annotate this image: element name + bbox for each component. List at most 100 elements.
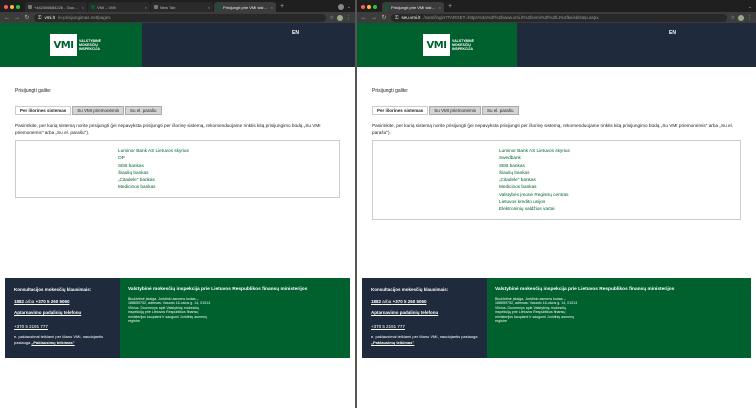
close-tab-icon[interactable]: × — [271, 5, 273, 10]
footer-org-info: Valstybinė mokesčių inspekcija prie Liet… — [487, 278, 751, 358]
tab-label: VMI – VMI — [97, 4, 116, 10]
site-footer: Konsultacijos mokesčių klausimais: 1882 … — [5, 278, 350, 358]
footer-contacts: Konsultacijos mokesčių klausimais: 1882 … — [362, 278, 487, 358]
link-valdzios-vartai[interactable]: Elektroninių valdžios vartai — [373, 205, 740, 212]
footer-question: Konsultacijos mokesčių klausimais: — [14, 287, 92, 292]
vmi-favicon-icon — [91, 5, 95, 9]
new-tab-favicon-icon — [154, 5, 158, 9]
header-nav-area: EN — [142, 23, 355, 67]
footer-phones: 1882 arba +370 5 260 5060 — [14, 299, 111, 306]
footer-contacts: Konsultacijos mokesčių klausimais: 1882 … — [5, 278, 120, 358]
language-switch[interactable]: EN — [669, 30, 676, 36]
tab-vmi-means[interactable]: Su VMI priemonėmis — [72, 106, 125, 115]
tab-external-systems[interactable]: Per išorines sistemas — [15, 106, 72, 115]
link-kredito-unijos[interactable]: Lietuvos kredito unijos — [373, 198, 740, 205]
phone-extra-link[interactable]: +370 5 2191 777 — [14, 324, 111, 331]
units-phone-link[interactable]: Aptarnavimo padalinių telefonu — [371, 310, 478, 317]
org-address: Biudžetinė įstaiga, Juridinio asmens kod… — [128, 297, 211, 324]
bank-link-medicinos[interactable]: Medicinos bankas — [16, 183, 339, 190]
phone-main-link[interactable]: 1882 — [14, 299, 24, 304]
browser-tab[interactable]: +442086684226 - Google Sear× — [25, 2, 87, 12]
bank-link-citadele[interactable]: „Citadele" bankas — [16, 176, 339, 183]
logo-text: Valstybinė mokesčių inspekcija — [452, 38, 474, 52]
header-brand-area: VMI Valstybinė mokesčių inspekcija — [357, 23, 517, 67]
phone-separator: arba — [25, 298, 35, 304]
lock-icon: ⚿ — [38, 15, 42, 20]
bank-link-siauliu[interactable]: Šiaulių bankas — [373, 169, 740, 176]
close-tab-icon[interactable]: × — [145, 5, 147, 10]
org-name: Valstybinė mokesčių inspekcija prie Liet… — [495, 287, 675, 292]
site-footer: Konsultacijos mokesčių klausimais: 1882 … — [362, 278, 751, 358]
address-bar[interactable]: ⚿ seu.vmi.lt/saml/login?TARGET=https%3a%… — [391, 13, 727, 22]
forward-icon[interactable]: → — [14, 15, 20, 21]
footer-org-info: Valstybinė mokesčių inspekcija prie Liet… — [120, 278, 350, 358]
browser-tab-active[interactable]: Prisijungti prie VMI sistemų × — [214, 2, 276, 12]
bookmark-star-icon[interactable]: ☆ — [330, 15, 334, 21]
tab-e-signature[interactable]: Su el. parašu — [482, 106, 519, 115]
bank-link-seb[interactable]: SEB bankas — [373, 162, 740, 169]
minimize-window-icon[interactable] — [10, 5, 14, 9]
bank-link-siauliu[interactable]: Šiaulių bankas — [16, 169, 339, 176]
language-switch[interactable]: EN — [292, 30, 299, 36]
vmi-logo[interactable]: VMI Valstybinė mokesčių inspekcija — [50, 34, 105, 56]
bank-link-medicinos[interactable]: Medicinos bankas — [373, 183, 740, 190]
bank-link-citadele[interactable]: „Citadele" bankas — [373, 176, 740, 183]
phone-alt-link[interactable]: +370 5 260 5060 — [393, 299, 427, 304]
profile-avatar[interactable] — [337, 14, 343, 21]
maximize-window-icon[interactable] — [373, 5, 377, 9]
close-tab-icon[interactable]: × — [82, 5, 84, 10]
back-icon[interactable]: ← — [361, 15, 367, 21]
minimize-window-icon[interactable] — [367, 5, 371, 9]
back-icon[interactable]: ← — [4, 15, 10, 21]
reload-icon[interactable]: ↻ — [24, 14, 30, 21]
tab-vmi-means[interactable]: Su VMI priemonėmis — [429, 106, 482, 115]
menu-icon[interactable]: ⋮ — [747, 15, 752, 21]
address-bar[interactable]: ⚿ vmi.lt/e-prisijungimas.net/pages — [34, 13, 326, 22]
reload-icon[interactable]: ↻ — [381, 14, 387, 21]
inquiries-link[interactable]: „Paklausimų teikimas" — [31, 340, 74, 345]
new-tab-button[interactable]: + — [280, 2, 284, 12]
close-tab-icon[interactable]: × — [208, 5, 210, 10]
browser-tab[interactable]: New Tab × — [151, 2, 213, 12]
window-controls — [361, 2, 377, 12]
tab-e-signature[interactable]: Su el. parašu — [125, 106, 162, 115]
tab-search-icon[interactable]: ⌄ — [748, 4, 752, 10]
footer-note: e. paklausimai teikiami per Mano VMI, na… — [371, 334, 478, 345]
profile-avatar[interactable] — [337, 4, 344, 10]
phone-main-link[interactable]: 1882 — [371, 299, 381, 304]
phone-alt-link[interactable]: +370 5 260 5060 — [36, 299, 70, 304]
inquiries-link[interactable]: „Paklausimų teikimas" — [371, 340, 414, 345]
tab-search-icon[interactable]: ⌄ — [347, 4, 351, 10]
close-window-icon[interactable] — [4, 5, 8, 9]
forward-icon[interactable]: → — [371, 15, 377, 21]
browser-tab-active[interactable]: Prisijungti prie VMI sistemų × — [382, 2, 444, 12]
tab-bar: Prisijungti prie VMI sistemų × + ⌄ — [357, 0, 756, 12]
browser-tab[interactable]: VMI – VMI × — [88, 2, 150, 12]
bank-link-luminor[interactable]: Luminor Bank AS Lietuvos skyrius — [16, 147, 339, 154]
tab-label: Prisijungti prie VMI sistemų — [391, 4, 437, 10]
close-tab-icon[interactable]: × — [439, 5, 441, 10]
link-registru-centras[interactable]: Valstybės įmonė Registrų centras — [373, 191, 740, 198]
units-phone-link[interactable]: Aptarnavimo padalinių telefonu — [14, 310, 111, 317]
footer-phones: 1882 arba +370 5 260 5060 — [371, 299, 478, 306]
vmi-logo[interactable]: VMI Valstybinė mokesčių inspekcija — [423, 34, 478, 56]
bank-list: Luminor Bank AS Lietuvos skyrius OP SEB … — [15, 140, 340, 198]
maximize-window-icon[interactable] — [16, 5, 20, 9]
close-window-icon[interactable] — [361, 5, 365, 9]
menu-icon[interactable]: ⋮ — [346, 15, 351, 21]
url-path: /e-prisijungimas.net/pages — [57, 15, 111, 20]
bank-link-luminor[interactable]: Luminor Bank AS Lietuvos skyrius — [373, 147, 740, 154]
new-tab-button[interactable]: + — [448, 2, 452, 12]
google-favicon-icon — [28, 5, 32, 9]
phone-extra-link[interactable]: +370 5 2191 777 — [371, 324, 478, 331]
auth-method-tabs: Per išorines sistemas Su VMI priemonėmis… — [15, 106, 340, 115]
bookmark-star-icon[interactable]: ☆ — [731, 15, 735, 21]
profile-avatar[interactable] — [738, 14, 744, 21]
browser-window-left: +442086684226 - Google Sear× VMI – VMI× … — [0, 0, 355, 408]
tab-external-systems[interactable]: Per išorines sistemas — [372, 106, 429, 115]
login-description: Pasirinkite, per kurią sistemą norite pr… — [372, 123, 733, 135]
bank-link-op[interactable]: OP — [16, 154, 339, 161]
bank-link-swedbank[interactable]: Swedbank — [373, 154, 740, 161]
org-address: Biudžetinė įstaiga, Juridinio asmens kod… — [495, 297, 578, 324]
bank-link-seb[interactable]: SEB bankas — [16, 162, 339, 169]
